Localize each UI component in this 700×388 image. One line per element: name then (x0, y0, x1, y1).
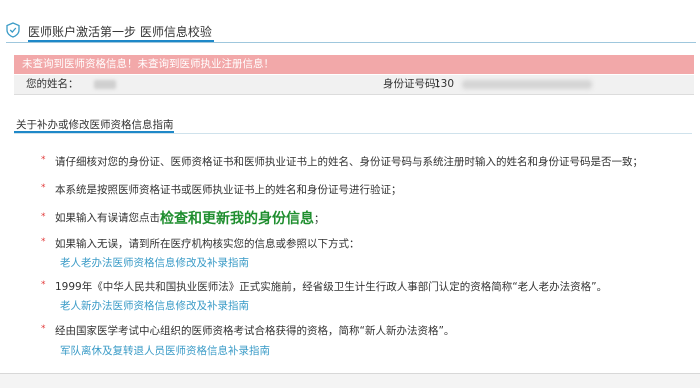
section-underline (14, 131, 174, 133)
user-info-row: 您的姓名： 身份证号码： 130 (14, 75, 694, 95)
guide-text-after: ； (314, 213, 325, 225)
guide-text: 本系统是按照医师资格证书或医师执业证书上的姓名和身份证号进行验证； (55, 184, 402, 196)
error-alert: 未查询到医师资格信息！未查询到医师执业注册信息！ (14, 55, 694, 74)
military-guide-link[interactable]: 军队离休及复转退人员医师资格信息补录指南 (60, 343, 270, 358)
guide-text: 请仔细核对您的身份证、医师资格证书和医师执业证书上的姓名、身份证号码与系统注册时… (55, 156, 643, 168)
guide-text-before: 如果输入有误请您点击 (55, 212, 160, 224)
guide-text: 如果输入有误请您点击检查和更新我的身份信息； (55, 207, 325, 227)
guide-text: 如果输入无误，请到所在医疗机构核实您的信息或参照以下方式： (55, 238, 360, 250)
bullet-star-icon: * (41, 280, 46, 290)
bullet-star-icon: * (41, 212, 46, 222)
title-underline (28, 40, 214, 42)
name-label: 您的姓名： (26, 78, 79, 90)
id-value-masked (462, 80, 592, 89)
guide-text: 经由国家医学考试中心组织的医师资格考试合格获得的资格，简称“新人新办法资格”。 (55, 325, 455, 337)
page-header: 医师账户激活第一步 医师信息校验 (6, 20, 696, 43)
section-header: 关于补办或修改医师资格信息指南 (14, 117, 692, 134)
old-method-guide-link[interactable]: 老人老办法医师资格信息修改及补录指南 (60, 255, 249, 270)
bullet-star-icon: * (41, 155, 46, 165)
bullet-star-icon: * (41, 324, 46, 334)
guide-text: 1999年《中华人民共和国执业医师法》正式实施前，经省级卫生计生行政人事部门认定… (55, 281, 608, 293)
footer-band (0, 374, 700, 388)
bullet-star-icon: * (41, 237, 46, 247)
section-title: 关于补办或修改医师资格信息指南 (16, 119, 174, 131)
name-value-masked (94, 80, 116, 89)
new-method-guide-link[interactable]: 老人新办法医师资格信息修改及补录指南 (60, 298, 249, 313)
id-value-prefix: 130 (434, 78, 455, 90)
page-title: 医师账户激活第一步 医师信息校验 (28, 25, 212, 39)
shield-icon (6, 22, 20, 38)
update-identity-link[interactable]: 检查和更新我的身份信息 (160, 211, 314, 227)
page: 医师账户激活第一步 医师信息校验 未查询到医师资格信息！未查询到医师执业注册信息… (0, 0, 700, 388)
bullet-star-icon: * (41, 183, 46, 193)
